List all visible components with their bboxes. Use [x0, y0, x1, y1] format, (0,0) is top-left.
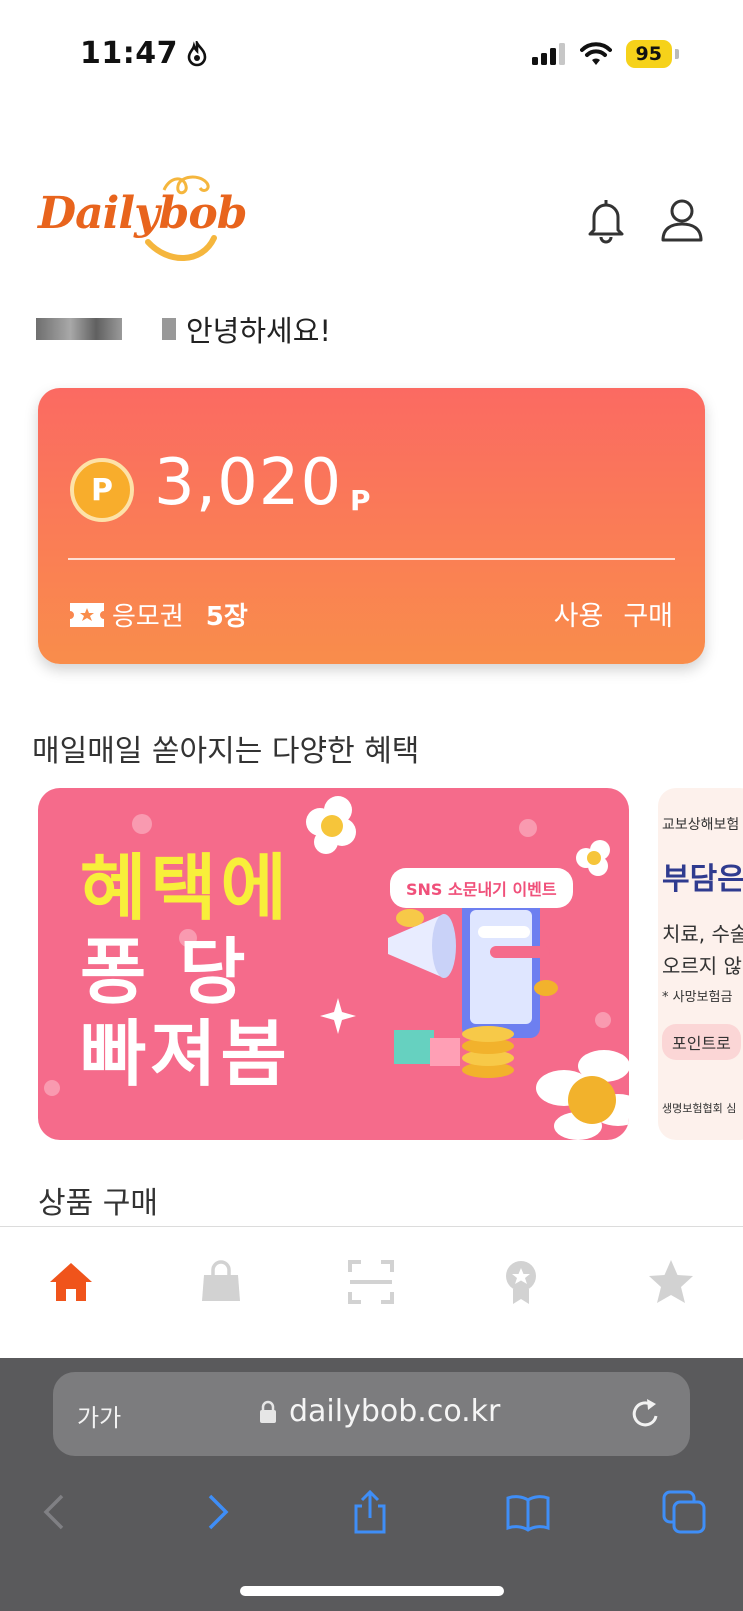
battery-cap [675, 49, 679, 59]
user-profile-button[interactable] [658, 196, 706, 244]
lock-icon [260, 1400, 276, 1423]
point-coin-label: P [91, 472, 113, 508]
redacted-username-tail [162, 318, 176, 340]
point-coin-icon: P [70, 458, 134, 522]
badge-icon [506, 1261, 536, 1304]
card-actions: 사용 구매 [554, 594, 673, 633]
ticket-icon [70, 602, 104, 627]
banner2-line-7: 생명보험협회 심 [662, 1102, 737, 1115]
redacted-username [36, 318, 122, 340]
shopping-bag-icon [202, 1260, 240, 1301]
sns-event-pill: SNS 소문내기 이벤트 [390, 868, 573, 908]
reload-icon[interactable] [628, 1396, 664, 1432]
bell-icon [588, 200, 624, 244]
banner2-line-3: 치료, 수술 [662, 922, 743, 946]
tab-favorites[interactable] [646, 1257, 696, 1307]
battery-level: 95 [625, 40, 672, 68]
banner2-line-5: * 사망보험금 [662, 990, 733, 1005]
home-icon [50, 1263, 92, 1301]
point-balance: 3,020 [154, 446, 343, 520]
tab-badge[interactable] [496, 1257, 546, 1307]
use-points-button[interactable]: 사용 [554, 594, 604, 633]
share-icon[interactable] [346, 1488, 394, 1536]
banner-line-2: 퐁 당 [80, 930, 250, 1014]
bottom-tab-bar [0, 1226, 743, 1358]
url-display[interactable]: dailybob.co.kr [259, 1394, 500, 1429]
scan-icon [348, 1260, 394, 1304]
bookmarks-icon[interactable] [504, 1488, 552, 1536]
tab-home[interactable] [46, 1257, 96, 1307]
ticket-label: 응모권 [112, 602, 184, 632]
address-bar[interactable]: 가가 dailybob.co.kr [53, 1372, 690, 1456]
benefit-banner-insurance[interactable]: 교보상해보험 부담은 치료, 수술 오르지 않 * 사망보험금 포인트로 생명보… [658, 788, 743, 1140]
forward-icon[interactable] [192, 1488, 240, 1536]
point-card[interactable]: P 3,020 P 응모권 5장 사용 구매 [38, 388, 705, 664]
user-icon [661, 199, 703, 242]
banner2-line-4: 오르지 않 [662, 954, 742, 978]
tab-shop[interactable] [196, 1257, 246, 1307]
logo-text: Dailybob [38, 188, 248, 239]
browser-toolbar: 가가 dailybob.co.kr [0, 1358, 743, 1611]
cellular-signal-icon [531, 43, 565, 65]
greeting-row: 안녕하세요! [36, 308, 331, 350]
tabs-icon[interactable] [660, 1488, 708, 1536]
wifi-icon [579, 42, 612, 65]
reader-options-button[interactable]: 가가 [77, 1398, 121, 1433]
greeting-text: 안녕하세요! [186, 314, 332, 348]
url-text: dailybob.co.kr [289, 1394, 501, 1429]
dailybob-logo[interactable]: Dailybob [36, 172, 248, 268]
benefit-banner-sns-event[interactable]: 혜택에 퐁 당 빠져봄 SNS 소문내기 이벤트 [38, 788, 629, 1140]
status-indicators: 95 [531, 40, 679, 68]
banner2-line-2: 부담은 [662, 862, 743, 897]
star-icon [649, 1260, 693, 1303]
home-indicator [240, 1586, 504, 1596]
benefits-title: 매일매일 쏟아지는 다양한 혜택 [32, 734, 420, 769]
ticket-info: 응모권 5장 [70, 596, 248, 633]
back-icon[interactable] [32, 1488, 80, 1536]
banner2-line-1: 교보상해보험 [662, 817, 740, 833]
banner-line-1: 혜택에 [80, 846, 291, 930]
buy-points-button[interactable]: 구매 [623, 594, 673, 633]
tab-scan[interactable] [346, 1257, 396, 1307]
ticket-count: 5장 [205, 602, 248, 632]
banner-line-3: 빠져봄 [80, 1012, 291, 1096]
products-title: 상품 구매 [38, 1186, 158, 1221]
card-divider [68, 558, 675, 560]
point-unit: P [350, 484, 371, 517]
status-time: 11:47 [80, 36, 208, 71]
battery-indicator: 95 [625, 40, 679, 68]
focus-mode-icon [187, 40, 207, 66]
notification-bell-button[interactable] [582, 196, 630, 244]
status-time-text: 11:47 [80, 36, 178, 71]
banner2-line-6: 포인트로 [662, 1024, 741, 1060]
